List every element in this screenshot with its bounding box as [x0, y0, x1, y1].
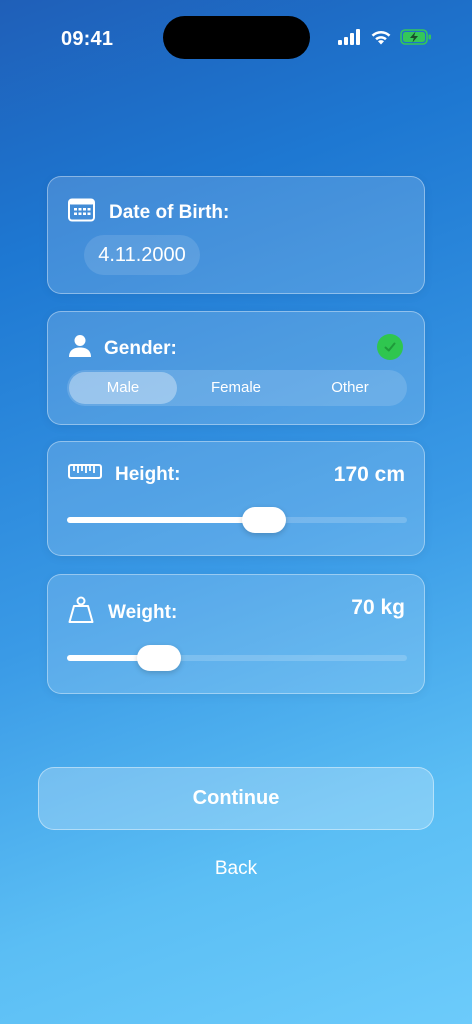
weight-slider-thumb[interactable]	[136, 645, 181, 671]
wifi-icon	[370, 29, 392, 45]
dynamic-island	[163, 16, 310, 59]
status-time: 09:41	[61, 28, 114, 50]
date-of-birth-card: Date of Birth: 4.11.2000	[47, 176, 425, 294]
date-of-birth-label: Date of Birth:	[109, 201, 230, 223]
height-card: Height: 170 cm	[47, 441, 425, 556]
gender-segmented-control: Male Female Other	[67, 370, 407, 406]
person-icon	[68, 334, 92, 363]
gender-option-male[interactable]: Male	[69, 372, 177, 404]
gender-label: Gender:	[104, 337, 177, 359]
back-button[interactable]: Back	[0, 858, 472, 880]
status-bar: 09:41	[0, 0, 472, 76]
continue-button[interactable]: Continue	[38, 767, 434, 830]
height-value: 170 cm	[333, 463, 405, 486]
weight-card: Weight: 70 kg	[47, 574, 425, 694]
gender-card: Gender: Male Female Other	[47, 311, 425, 425]
weight-label: Weight:	[108, 601, 178, 623]
weight-value: 70 kg	[351, 596, 405, 619]
weight-slider[interactable]	[67, 645, 407, 671]
calendar-icon	[68, 198, 95, 227]
weight-icon	[68, 596, 94, 629]
height-slider[interactable]	[67, 507, 407, 533]
battery-charging-icon	[400, 29, 432, 45]
height-slider-thumb[interactable]	[242, 507, 287, 533]
cellular-signal-icon	[338, 29, 362, 45]
height-slider-fill	[67, 517, 265, 523]
date-of-birth-header: Date of Birth:	[68, 198, 229, 227]
height-header: Height:	[68, 463, 180, 486]
date-of-birth-picker[interactable]: 4.11.2000	[84, 235, 200, 275]
weight-header: Weight:	[68, 596, 177, 629]
gender-header: Gender:	[68, 334, 177, 363]
gender-option-other[interactable]: Other	[295, 372, 405, 404]
status-icons	[338, 29, 432, 45]
checkmark-circle-icon	[377, 334, 403, 360]
gender-option-female[interactable]: Female	[177, 372, 295, 404]
ruler-icon	[68, 463, 102, 486]
height-label: Height:	[115, 463, 181, 485]
